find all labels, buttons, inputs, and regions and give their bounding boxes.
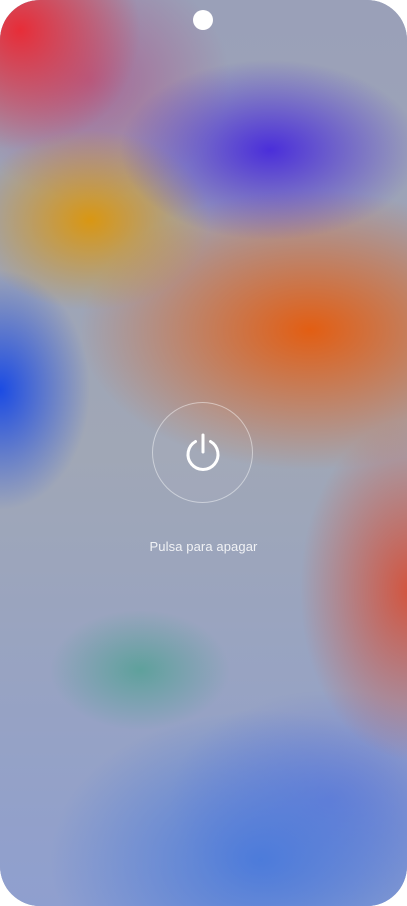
front-camera-cutout <box>193 10 213 30</box>
power-off-hint: Pulsa para apagar <box>149 539 258 554</box>
power-off-button[interactable] <box>152 402 253 503</box>
power-icon <box>186 433 219 471</box>
phone-screen: Pulsa para apagar <box>0 0 407 906</box>
